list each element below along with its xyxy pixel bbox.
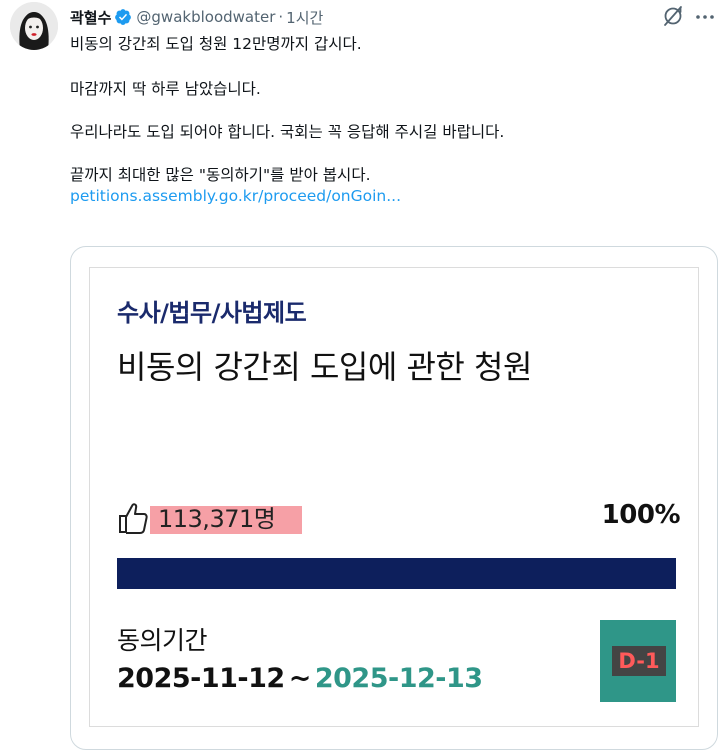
petition-category: 수사/법무/사법제도 [117,299,307,327]
dday-inner: D-1 [612,646,666,676]
thumbs-up-icon [119,503,148,534]
tweet-header: 곽혈수 @gwakbloodwater · 1시간 [70,6,323,28]
author-name[interactable]: 곽혈수 [70,7,111,28]
progress-percent: 100% [601,500,681,530]
tweet-time[interactable]: 1시간 [286,7,323,28]
author-handle[interactable]: @gwakbloodwater [136,8,275,26]
more-options-icon[interactable] [694,6,716,28]
end-date: 2025-12-13 [314,663,483,694]
progress-fill [117,558,676,589]
tweet-line-2: 마감까지 딱 하루 남았습니다. [70,80,261,98]
signature-count-wrap: 113,371명 [150,504,302,534]
date-separator: ~ [288,663,312,694]
link-card[interactable]: 수사/법무/사법제도 비동의 강간죄 도입에 관한 청원 113,371명 10… [70,246,718,750]
start-date: 2025-11-12 [117,663,285,694]
verified-badge-icon [115,9,132,25]
tweet-line-1: 비동의 강간죄 도입 청원 12만명까지 갑시다. [70,35,362,53]
separator-dot: · [278,8,284,26]
signature-count: 113,371명 [158,505,276,533]
tweet-text: 비동의 강간죄 도입 청원 12만명까지 갑시다. 마감까지 딱 하루 남았습니… [70,34,710,207]
petition-preview-image: 수사/법무/사법제도 비동의 강간죄 도입에 관한 청원 113,371명 10… [89,267,699,727]
period-dates: 2025-11-12 ~2025-12-13 [117,663,483,694]
dday-badge: D-1 [600,620,676,702]
petition-link[interactable]: petitions.assembly.go.kr/proceed/onGoin.… [70,187,401,205]
period-label: 동의기간 [117,626,208,655]
tweet-line-4: 끝까지 최대한 많은 "동의하기"를 받아 봅시다. [70,166,371,184]
progress-bar [117,558,676,589]
tweet-line-3: 우리나라도 도입 되어야 합니다. 국회는 꼭 응답해 주시길 바랍니다. [70,123,505,141]
grok-icon[interactable] [661,4,685,28]
dday-text: D-1 [618,649,660,673]
petition-title: 비동의 강간죄 도입에 관한 청원 [117,348,532,386]
avatar[interactable] [10,2,58,50]
